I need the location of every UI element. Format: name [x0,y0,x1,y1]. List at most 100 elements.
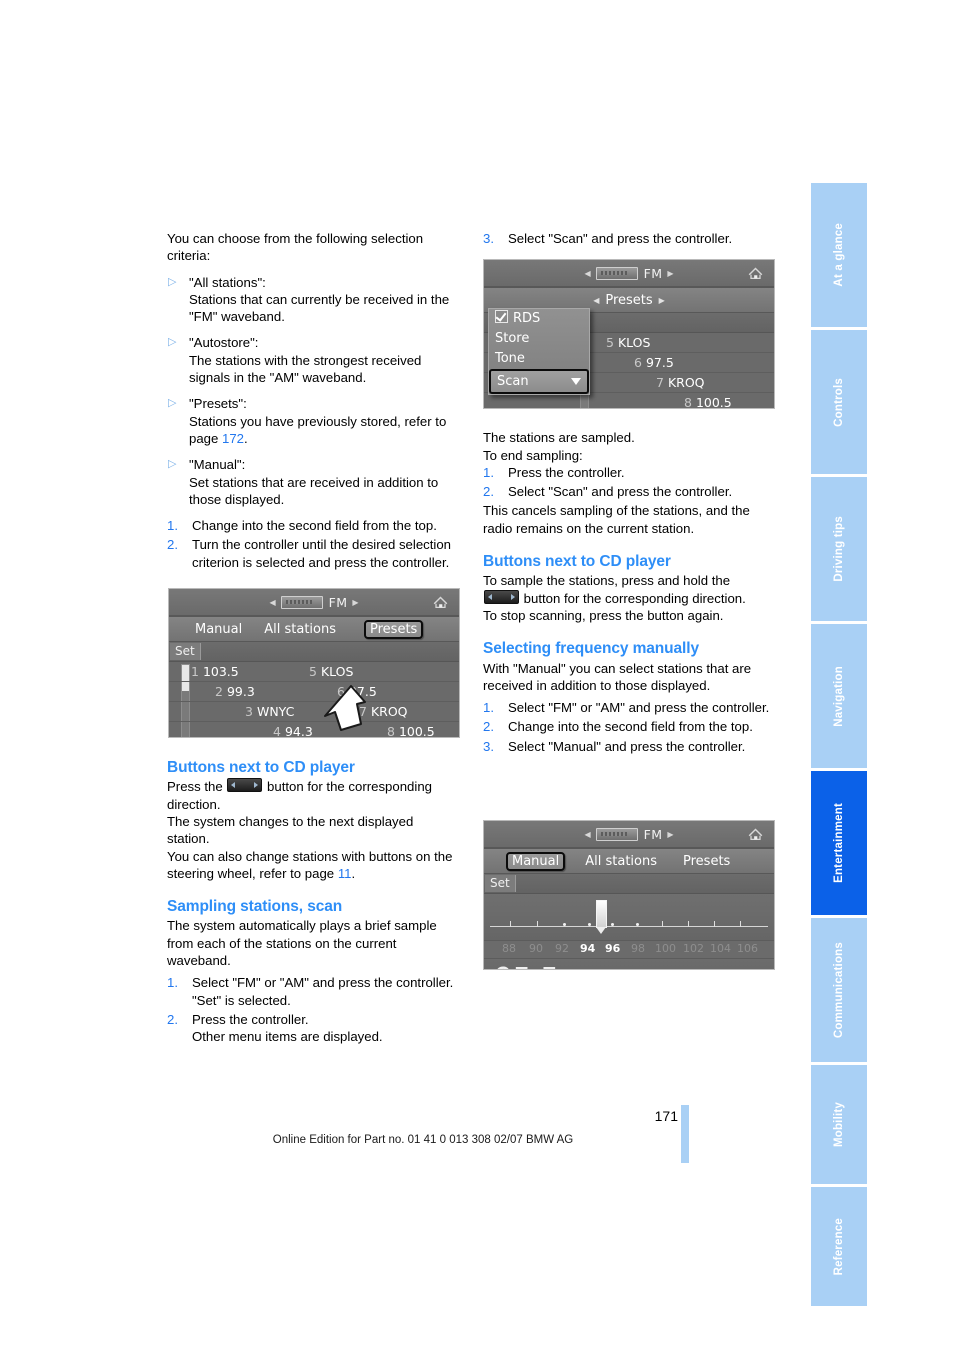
preset-value: 103.5 [202,664,239,679]
menu-item-store[interactable]: Store [489,329,589,349]
preset-number: 5 [606,335,614,350]
radio-device-icon [280,595,323,609]
left-arrow-icon[interactable]: ◀ [593,296,599,305]
frequency-dial[interactable] [484,894,774,940]
step-number: 1. [167,518,178,534]
step-number: 2. [483,484,494,500]
step-text: Change into the second field from the to… [192,518,437,534]
step-number: 1. [483,700,494,716]
sidebar-tab-reference[interactable]: Reference [811,1187,867,1306]
sidebar-tab-entertainment[interactable]: Entertainment [811,771,867,915]
dial-tick [740,921,741,927]
list-item: ▷ "Presets": Stations you have previousl… [167,395,459,447]
step-text: Select "Scan" and press the controller. [508,231,733,246]
dial-baseline [490,926,768,927]
scale-tick-label: 90 [529,942,543,955]
dial-tick-dot [636,923,639,926]
set-label[interactable]: Set [170,643,201,660]
preset-row[interactable]: 1 103.5 5 KLOS [169,662,459,682]
screen-tab-presets[interactable]: Presets [679,854,734,869]
end-sampling-text: To end sampling: [483,447,583,463]
tab-label: Communications [833,941,845,1039]
preset-row[interactable]: 4 94.3 8 100.5 [169,722,459,738]
sidebar-tab-mobility[interactable]: Mobility [811,1065,867,1184]
numbered-step: 3. Select "Manual" and press the control… [483,738,775,755]
step-number: 2. [483,719,494,735]
menu-item-label: Scan [497,374,529,389]
screen-tab-presets-selected[interactable]: Presets [364,619,424,639]
tab-label: Mobility [833,1101,845,1148]
left-arrow-icon[interactable]: ◀ [584,830,590,839]
screen-tab-manual[interactable]: Manual [191,622,246,637]
step-text: Select "Scan" and press the controller. [508,484,733,500]
buttons-cd-line3-post: . [351,865,356,881]
screen-tab-all-stations[interactable]: All stations [581,854,661,869]
bullet-title: "Autostore": [189,335,259,351]
footer-copyright: Online Edition for Part no. 01 41 0 013 … [272,1134,574,1146]
step-number: 2. [167,537,178,553]
page-reference-172[interactable]: 172 [222,431,244,446]
menu-item-scan-selected[interactable]: Scan [489,369,589,394]
sidebar-tab-navigation[interactable]: Navigation [811,624,867,768]
sidebar-tab-communications[interactable]: Communications [811,918,867,1062]
preset-number: 7 [656,375,664,390]
sidebar-tab-driving-tips[interactable]: Driving tips [811,477,867,621]
stations-sampled-text: The stations are sampled. [483,430,635,446]
right-arrow-icon[interactable]: ▶ [667,830,673,839]
tab-label: Navigation [833,665,845,727]
menu-item-rds[interactable]: RDS [489,309,589,329]
right-arrow-icon[interactable]: ▶ [659,296,665,305]
numbered-step: 1. Select "FM" or "AM" and press the con… [483,699,775,716]
home-icon[interactable] [746,825,765,843]
frequency-needle[interactable] [596,900,607,934]
bullet-body-tail: . [244,430,248,446]
cancel-sampling-note: This cancels sampling of the stations, a… [483,503,750,536]
preset-value: KLOS [617,335,651,350]
screen-set-row: Set [169,642,459,662]
screen-titlebar: ◀ FM ▶ [484,260,774,288]
buttons-cd-line3-pre: You can also change stations with button… [167,848,453,881]
screen-tab-all-stations[interactable]: All stations [260,622,340,637]
page-reference-11[interactable]: 11 [338,866,352,881]
numbered-step: 2. Change into the second field from the… [483,718,775,735]
sidebar-tab-at-a-glance[interactable]: At a glance [811,183,867,327]
screen-set-row: Set [484,874,774,894]
radio-device-icon [595,266,638,280]
checkbox-checked-icon[interactable] [495,310,508,323]
waveband-label: FM [643,826,663,842]
screen-tab-manual-selected[interactable]: Manual [506,851,566,871]
dial-tick [510,921,511,927]
waveband-label: FM [328,594,348,610]
sidebar-tab-controls[interactable]: Controls [811,330,867,474]
dial-tick [688,921,689,927]
preset-value: 100.5 [398,724,435,738]
selection-criteria-intro: You can choose from the following select… [167,231,424,264]
right-arrow-icon[interactable]: ▶ [352,598,358,607]
tab-label: At a glance [833,223,845,287]
preset-row[interactable]: 8 100.5 [484,393,774,408]
bullet-title: "Manual": [189,457,246,473]
menu-item-tone[interactable]: Tone [489,349,589,369]
home-icon[interactable] [746,264,765,282]
bullet-body: Stations that can currently be received … [189,291,450,325]
preset-row[interactable]: 2 99.3 6 97.5 [169,682,459,702]
list-item: ▷ "Manual": Set stations that are receiv… [167,456,459,508]
left-arrow-icon[interactable]: ◀ [584,269,590,278]
preset-number: 2 [215,684,223,699]
step-number: 1. [483,464,494,480]
section-heading-buttons-cd-left: Buttons next to CD player [167,759,355,777]
triangle-bullet-icon: ▷ [168,336,177,349]
home-icon[interactable] [431,593,450,611]
seek-button-icon [484,589,519,604]
left-arrow-icon[interactable]: ◀ [269,598,275,607]
preset-value: KROQ [370,704,408,719]
step-number: 1. [167,975,178,991]
chapter-tab-rail: At a glance Controls Driving tips Naviga… [811,183,867,1309]
preset-list: 1 103.5 5 KLOS 2 99.3 6 97.5 3 WNYC 7 KROQ 4 94… [169,662,459,738]
triangle-bullet-icon: ▷ [168,397,177,410]
sampling-intro: The system automatically plays a brief s… [167,918,437,969]
right-arrow-icon[interactable]: ▶ [667,269,673,278]
numbered-step: 3. Select "Scan" and press the controlle… [483,230,775,247]
set-label[interactable]: Set [485,875,516,892]
preset-row[interactable]: 3 WNYC 7 KROQ [169,702,459,722]
